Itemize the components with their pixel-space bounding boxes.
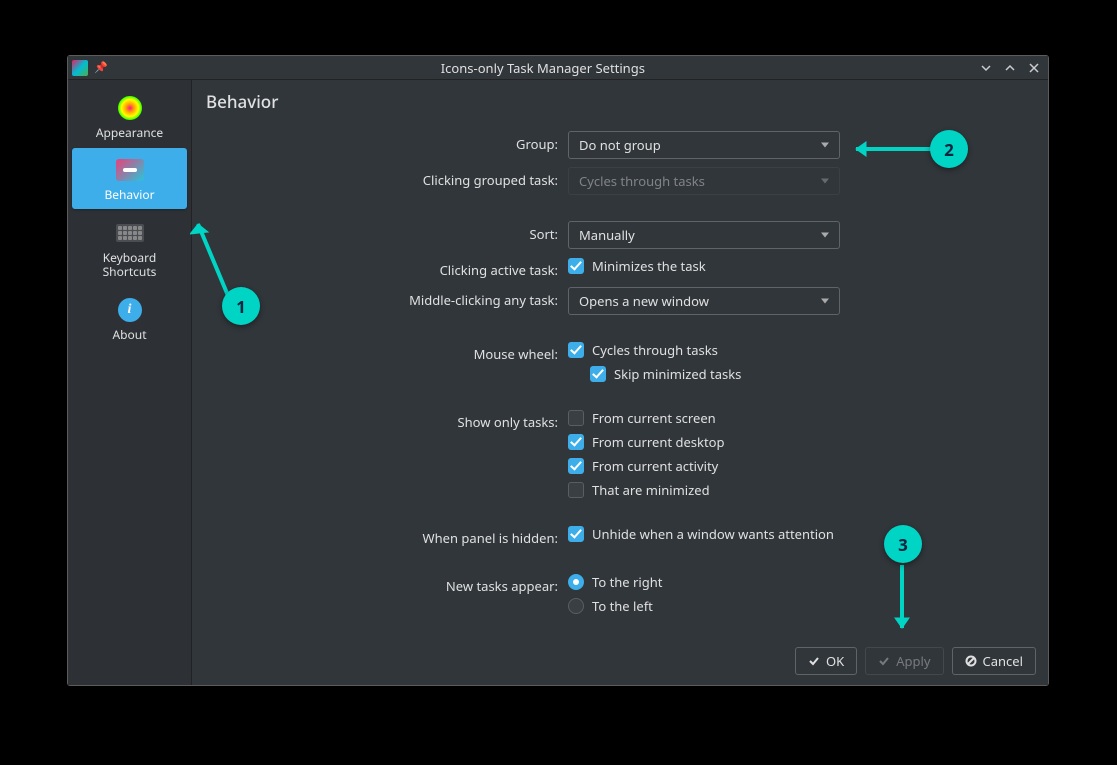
label-group: Group: — [208, 131, 558, 153]
cancel-icon — [965, 655, 977, 667]
unhide-checkbox[interactable] — [568, 526, 584, 542]
label-clicking-active: Clicking active task: — [208, 257, 558, 279]
current-desktop-label: From current desktop — [592, 433, 725, 451]
label-new-tasks: New tasks appear: — [208, 573, 558, 595]
minimizes-checkbox[interactable] — [568, 258, 584, 274]
keyboard-icon — [116, 219, 144, 247]
current-activity-checkbox[interactable] — [568, 458, 584, 474]
minimize-button[interactable] — [976, 58, 996, 78]
titlebar: 📌 Icons-only Task Manager Settings — [68, 56, 1048, 80]
label-middle-click: Middle-clicking any task: — [208, 287, 558, 309]
app-icon — [72, 60, 88, 76]
sidebar: Appearance Behavior Keyboard Shortcuts i… — [68, 80, 192, 685]
minimized-only-label: That are minimized — [592, 481, 710, 499]
sidebar-item-label: About — [112, 328, 146, 342]
current-activity-label: From current activity — [592, 457, 718, 475]
to-left-radio[interactable] — [568, 598, 584, 614]
pin-icon[interactable]: 📌 — [92, 60, 110, 75]
annotation-bubble-3: 3 — [884, 525, 922, 563]
panel-title: Behavior — [192, 80, 1048, 117]
label-clicking-grouped: Clicking grouped task: — [208, 167, 558, 189]
appearance-icon — [116, 94, 144, 122]
check-icon — [808, 655, 820, 667]
behavior-icon — [116, 156, 144, 184]
label-mouse-wheel: Mouse wheel: — [208, 341, 558, 363]
clicking-grouped-dropdown: Cycles through tasks — [568, 167, 840, 195]
cancel-button[interactable]: Cancel — [952, 647, 1036, 675]
about-icon: i — [116, 296, 144, 324]
ok-button[interactable]: OK — [795, 647, 857, 675]
annotation-arrow-3 — [893, 560, 911, 640]
maximize-button[interactable] — [1000, 58, 1020, 78]
minimizes-label: Minimizes the task — [592, 257, 706, 275]
minimized-only-checkbox[interactable] — [568, 482, 584, 498]
label-show-only: Show only tasks: — [208, 409, 558, 431]
dialog-buttons: OK Apply Cancel — [192, 637, 1048, 685]
cycles-checkbox[interactable] — [568, 342, 584, 358]
current-screen-checkbox[interactable] — [568, 410, 584, 426]
close-button[interactable] — [1024, 58, 1044, 78]
sidebar-item-label: Keyboard Shortcuts — [76, 251, 183, 280]
apply-button: Apply — [865, 647, 943, 675]
annotation-bubble-2: 2 — [930, 130, 968, 168]
current-screen-label: From current screen — [592, 409, 716, 427]
sidebar-item-behavior[interactable]: Behavior — [72, 148, 187, 208]
window-title: Icons-only Task Manager Settings — [114, 59, 972, 77]
to-right-radio[interactable] — [568, 574, 584, 590]
group-dropdown[interactable]: Do not group — [568, 131, 840, 159]
annotation-arrow-2 — [844, 140, 939, 158]
sort-dropdown[interactable]: Manually — [568, 221, 840, 249]
sidebar-item-label: Behavior — [104, 188, 154, 202]
sidebar-item-keyboard-shortcuts[interactable]: Keyboard Shortcuts — [72, 211, 187, 286]
label-panel-hidden: When panel is hidden: — [208, 525, 558, 547]
unhide-label: Unhide when a window wants attention — [592, 525, 834, 543]
to-right-label: To the right — [592, 573, 662, 591]
skip-minimized-label: Skip minimized tasks — [614, 365, 741, 383]
main-panel: Behavior Group: Do not group Clicking gr… — [192, 80, 1048, 685]
sidebar-item-label: Appearance — [96, 126, 163, 140]
sidebar-item-appearance[interactable]: Appearance — [72, 86, 187, 146]
annotation-bubble-1: 1 — [222, 287, 260, 325]
cycles-label: Cycles through tasks — [592, 341, 718, 359]
to-left-label: To the left — [592, 597, 653, 615]
sidebar-item-about[interactable]: i About — [72, 288, 187, 348]
current-desktop-checkbox[interactable] — [568, 434, 584, 450]
check-icon — [878, 655, 890, 667]
skip-minimized-checkbox[interactable] — [590, 366, 606, 382]
label-sort: Sort: — [208, 221, 558, 243]
middle-click-dropdown[interactable]: Opens a new window — [568, 287, 840, 315]
